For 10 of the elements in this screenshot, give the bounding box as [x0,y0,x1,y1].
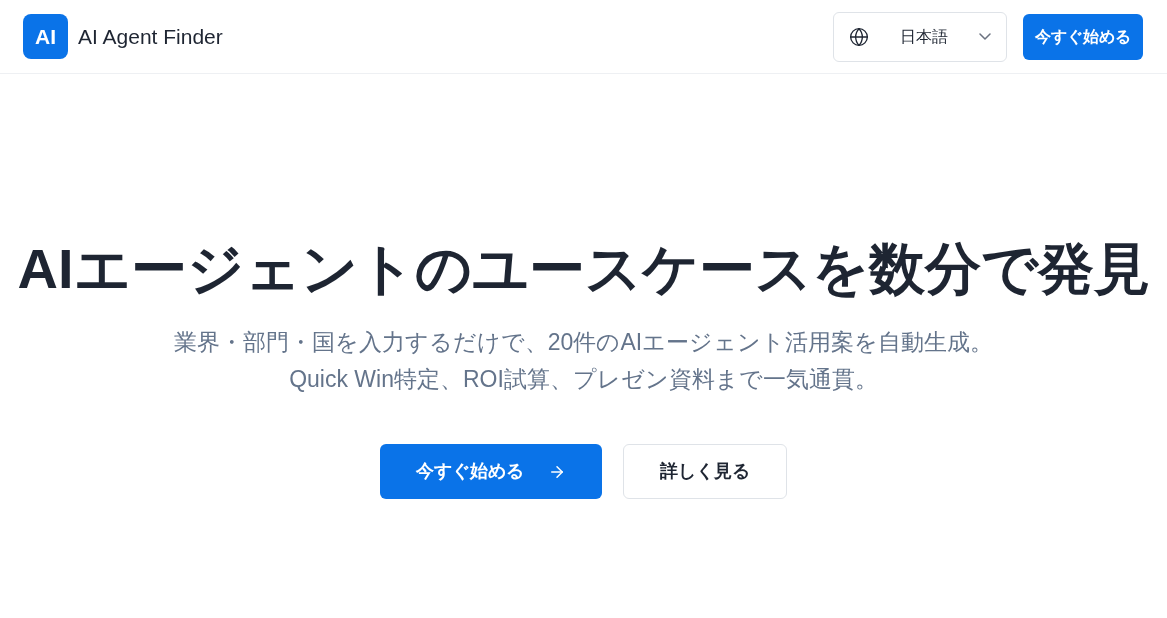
hero-subtitle: 業界・部門・国を入力するだけで、20件のAIエージェント活用案を自動生成。Quick Win特定、ROI試算、プレゼン資料まで一気通貫。 [172,328,995,394]
logo-badge: AI [23,14,68,59]
start-now-button[interactable]: 今すぐ始める [380,444,602,499]
chevron-icon [979,33,991,40]
start-button[interactable]: 今すぐ始める [1023,13,1143,60]
language-select[interactable]: 日本語 [833,11,1007,62]
globe-icon [849,26,869,47]
hero-title: AIエージェントのユースケースを数分で発見 [17,236,1150,302]
app-title: AI Agent Finder [78,23,223,50]
learn-more-button[interactable]: 詳しく見る [623,444,787,499]
